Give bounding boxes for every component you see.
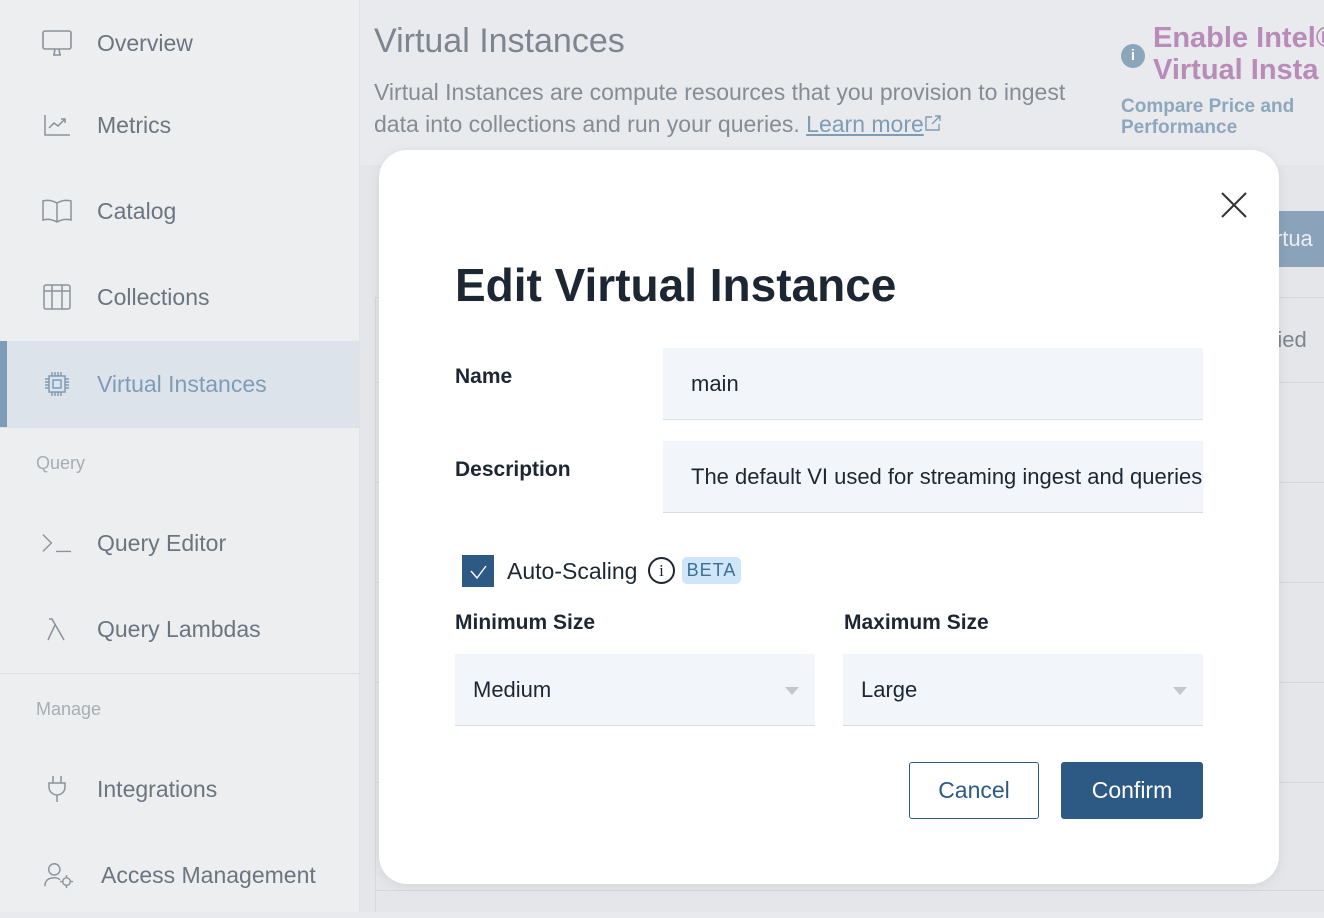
- name-label: Name: [455, 365, 513, 388]
- description-input[interactable]: The default VI used for streaming ingest…: [663, 441, 1203, 513]
- chart-icon: [42, 110, 72, 140]
- sidebar-item-query-editor[interactable]: Query Editor: [0, 500, 359, 586]
- lambda-icon: [42, 614, 72, 644]
- sidebar-item-query-lambdas[interactable]: Query Lambdas: [0, 586, 359, 672]
- minimum-size-select[interactable]: Medium: [455, 654, 815, 726]
- maximum-size-select[interactable]: Large: [843, 654, 1203, 726]
- description-label: Description: [455, 458, 571, 481]
- page-description: Virtual Instances are compute resources …: [374, 79, 1066, 137]
- section-manage: Manage: [36, 699, 102, 719]
- info-icon: i: [1121, 44, 1145, 68]
- sidebar-item-collections[interactable]: Collections: [0, 254, 359, 340]
- confirm-button[interactable]: Confirm: [1061, 762, 1203, 819]
- user-gear-icon: [44, 860, 74, 890]
- info-icon[interactable]: i: [648, 557, 675, 584]
- learn-more-link[interactable]: Learn more: [806, 111, 942, 137]
- chip-icon: [42, 369, 72, 399]
- page-title: Virtual Instances: [374, 22, 625, 60]
- cancel-button[interactable]: Cancel: [909, 762, 1039, 819]
- sidebar-item-access-management[interactable]: Access Management: [0, 832, 359, 918]
- auto-scaling-label: Auto-Scaling: [507, 558, 638, 584]
- beta-badge: BETA: [682, 557, 741, 584]
- section-query: Query: [36, 453, 86, 473]
- maximum-size-label: Maximum Size: [844, 611, 989, 634]
- terminal-icon: [42, 528, 72, 558]
- dialog-title: Edit Virtual Instance: [455, 259, 897, 311]
- chevron-down-icon: [785, 687, 799, 695]
- divider: [0, 427, 359, 428]
- sidebar: Overview Metrics Catalog Collections Vir…: [0, 0, 360, 912]
- minimum-size-label: Minimum Size: [455, 611, 596, 634]
- close-icon[interactable]: [1219, 190, 1249, 220]
- sidebar-item-virtual-instances[interactable]: Virtual Instances: [0, 341, 359, 427]
- sidebar-item-metrics[interactable]: Metrics: [0, 82, 359, 168]
- chevron-down-icon: [1173, 687, 1187, 695]
- sidebar-item-catalog[interactable]: Catalog: [0, 168, 359, 254]
- promo-title: Enable Intel® Virtual Insta: [1153, 22, 1324, 86]
- sidebar-item-integrations[interactable]: Integrations: [0, 746, 359, 832]
- monitor-icon: [42, 28, 72, 58]
- compare-link[interactable]: Compare Price and Performance: [1121, 96, 1324, 138]
- book-icon: [42, 196, 72, 226]
- edit-virtual-instance-dialog: Edit Virtual Instance Name main Descript…: [379, 150, 1279, 884]
- plug-icon: [42, 774, 72, 804]
- name-input[interactable]: main: [663, 348, 1203, 420]
- external-link-icon: [925, 115, 941, 131]
- sidebar-item-overview[interactable]: Overview: [0, 0, 359, 86]
- table-icon: [42, 282, 72, 312]
- auto-scaling-checkbox[interactable]: [462, 555, 494, 587]
- divider: [0, 673, 359, 674]
- checkmark-icon: [470, 565, 487, 580]
